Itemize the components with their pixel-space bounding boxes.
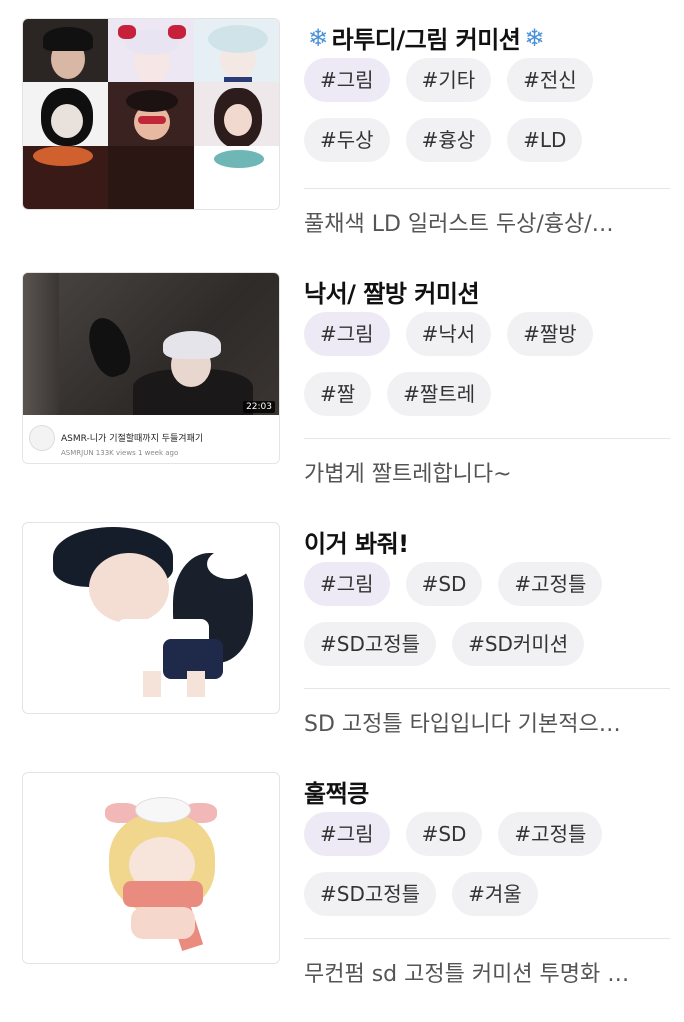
tag-chip[interactable]: #고정틀 (498, 562, 603, 606)
divider (304, 938, 670, 939)
divider (304, 188, 670, 189)
video-meta: ASMRJUN 133K views 1 week ago (61, 449, 179, 457)
commission-description: 무컨펌 sd 고정틀 커미션 투명화 … (304, 962, 630, 987)
commission-card[interactable]: 훌쩍킁 #그림 #SD #고정틀 #SD고정틀 #겨울 무컨펌 sd 고정틀 커… (0, 772, 684, 1022)
tag-chip[interactable]: #SD (405, 562, 483, 606)
tag-chip[interactable]: #짤 (304, 372, 372, 416)
tag-chip[interactable]: #고정틀 (498, 812, 603, 856)
tag-chip[interactable]: #두상 (304, 118, 390, 162)
commission-card[interactable]: ❄ 라투디/그림 커미션 ❄ #그림 #기타 #전신 #두상 #흉상 #LD 풀… (0, 18, 684, 268)
tag-chip[interactable]: #SD고정틀 (304, 872, 437, 916)
tag-list: #그림 #SD #고정틀 #SD고정틀 #SD커미션 (304, 562, 670, 666)
commission-title[interactable]: 훌쩍킁 (304, 774, 369, 809)
tag-chip[interactable]: #짤트레 (387, 372, 492, 416)
tag-chip[interactable]: #기타 (405, 58, 492, 102)
commission-title[interactable]: 이거 봐줘! (304, 524, 409, 559)
snowflake-icon: ❄ (308, 23, 328, 52)
commission-title-text: 이거 봐줘! (304, 530, 409, 558)
tag-chip[interactable]: #전신 (507, 58, 593, 102)
snowflake-icon: ❄ (524, 23, 544, 52)
tag-chip[interactable]: #그림 (304, 812, 390, 856)
tag-chip[interactable]: #LD (507, 118, 583, 162)
commission-title-text: 라투디/그림 커미션 (331, 26, 521, 54)
tag-list: #그림 #기타 #전신 #두상 #흉상 #LD (304, 58, 670, 162)
commission-description: 풀채색 LD 일러스트 두상/흉상/… (304, 212, 614, 237)
commission-title-text: 훌쩍킁 (304, 780, 369, 808)
commission-title[interactable]: ❄ 라투디/그림 커미션 ❄ (304, 20, 548, 55)
video-duration: 22:03 (243, 401, 275, 413)
commission-card[interactable]: 22:03 ASMR-니가 기절할때까지 두들겨패기 ASMRJUN 133K … (0, 272, 684, 522)
commission-list: ❄ 라투디/그림 커미션 ❄ #그림 #기타 #전신 #두상 #흉상 #LD 풀… (0, 0, 684, 1000)
tag-chip[interactable]: #그림 (304, 312, 390, 356)
commission-thumbnail[interactable] (22, 18, 280, 210)
tag-chip[interactable]: #그림 (304, 562, 390, 606)
commission-title[interactable]: 낙서/ 짤방 커미션 (304, 274, 480, 309)
commission-description: SD 고정틀 타입입니다 기본적으… (304, 712, 621, 737)
divider (304, 438, 670, 439)
tag-chip[interactable]: #SD커미션 (452, 622, 585, 666)
sd-character-schoolboy (23, 523, 279, 713)
commission-card[interactable]: 이거 봐줘! #그림 #SD #고정틀 #SD고정틀 #SD커미션 SD 고정틀… (0, 522, 684, 772)
tag-chip[interactable]: #짤방 (507, 312, 593, 356)
channel-avatar (29, 425, 55, 451)
commission-thumbnail[interactable] (22, 522, 280, 714)
video-title: ASMR-니가 기절할때까지 두들겨패기 (61, 434, 204, 444)
commission-description: 가볍게 짤트레합니다~ (304, 462, 512, 487)
commission-title-text: 낙서/ 짤방 커미션 (304, 280, 480, 308)
tag-chip[interactable]: #SD고정틀 (304, 622, 437, 666)
tag-chip[interactable]: #SD (405, 812, 483, 856)
commission-thumbnail[interactable]: 22:03 ASMR-니가 기절할때까지 두들겨패기 ASMRJUN 133K … (22, 272, 280, 464)
sd-character-winter-girl (23, 773, 279, 963)
tag-chip[interactable]: #흉상 (405, 118, 492, 162)
tag-chip[interactable]: #그림 (304, 58, 390, 102)
character-illustration-grid (23, 19, 279, 209)
video-screenshot (23, 273, 279, 415)
commission-thumbnail[interactable] (22, 772, 280, 964)
tag-chip[interactable]: #겨울 (452, 872, 538, 916)
tag-list: #그림 #낙서 #짤방 #짤 #짤트레 (304, 312, 670, 416)
tag-chip[interactable]: #낙서 (405, 312, 492, 356)
divider (304, 688, 670, 689)
tag-list: #그림 #SD #고정틀 #SD고정틀 #겨울 (304, 812, 670, 916)
